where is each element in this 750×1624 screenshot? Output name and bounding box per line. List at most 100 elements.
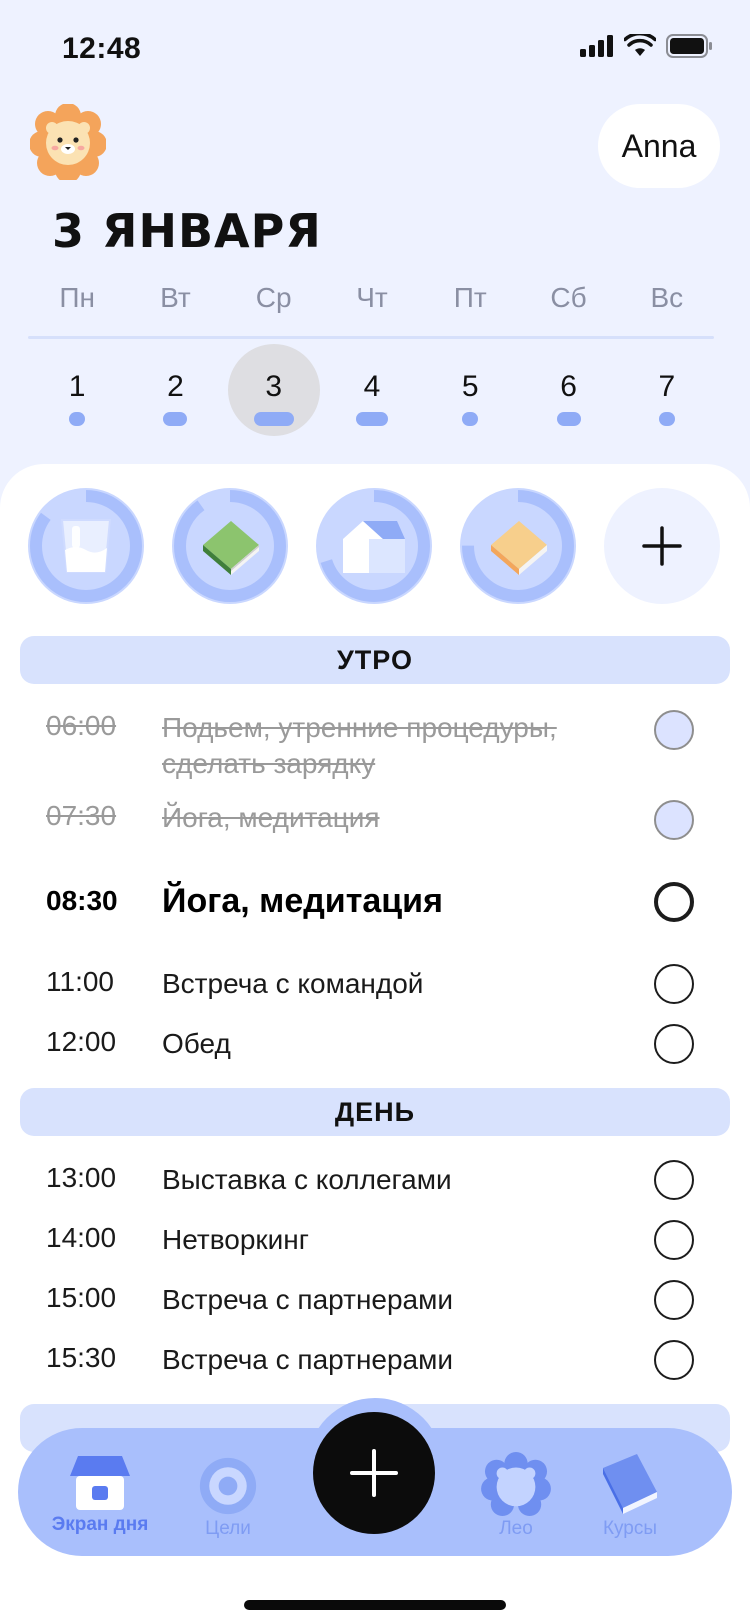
day-activity-marker bbox=[69, 412, 86, 426]
habit-study[interactable] bbox=[460, 488, 576, 604]
task-title: Встреча с партнерами bbox=[162, 1344, 454, 1375]
day-activity-marker bbox=[462, 412, 479, 426]
task-title: Обед bbox=[162, 1028, 231, 1059]
task-row[interactable]: 15:30 Встреча с партнерами bbox=[46, 1340, 710, 1380]
nav-item-home[interactable]: Экран дня bbox=[40, 1454, 160, 1536]
habit-reading[interactable] bbox=[172, 488, 288, 604]
task-title: Нетворкинг bbox=[162, 1224, 309, 1255]
weekday-label: Пн bbox=[59, 282, 95, 313]
nav-label: Курсы bbox=[602, 1518, 658, 1539]
weekday-label: Сб bbox=[550, 282, 587, 313]
task-title: Встреча с командой bbox=[162, 968, 424, 999]
task-title: Йога, медитация bbox=[162, 802, 380, 833]
day-picker: 1 2 3 4 5 6 7 bbox=[28, 344, 716, 438]
water-glass-icon bbox=[60, 519, 112, 573]
status-icons bbox=[580, 34, 714, 58]
day-7[interactable]: 7 bbox=[618, 344, 716, 438]
add-habit-button[interactable] bbox=[604, 488, 720, 604]
plus-icon bbox=[642, 526, 682, 566]
day-5[interactable]: 5 bbox=[421, 344, 519, 438]
leo-lion-icon bbox=[481, 1452, 551, 1516]
task-row[interactable]: 12:00 Обед bbox=[46, 1024, 710, 1064]
day-activity-marker bbox=[658, 412, 675, 426]
task-time: 14:00 bbox=[46, 1222, 117, 1253]
day-number: 4 bbox=[363, 370, 381, 403]
weekday-label: Вс bbox=[650, 282, 684, 313]
task-title: Выставка с коллегами bbox=[162, 1164, 452, 1195]
day-number: 2 bbox=[167, 370, 184, 403]
nav-item-courses[interactable]: Курсы bbox=[570, 1452, 690, 1540]
day-activity-marker bbox=[163, 412, 188, 426]
task-time: 15:00 bbox=[46, 1282, 117, 1313]
add-task-button[interactable] bbox=[313, 1412, 435, 1534]
lion-icon bbox=[29, 103, 107, 183]
task-checkbox[interactable] bbox=[654, 710, 694, 750]
day-number: 5 bbox=[461, 370, 479, 403]
task-time: 08:30 bbox=[46, 885, 118, 916]
orange-book-icon bbox=[491, 521, 547, 575]
task-time: 07:30 bbox=[46, 800, 117, 831]
task-row[interactable]: 11:00 Встреча с командой bbox=[46, 964, 710, 1004]
task-title: Встреча с партнерами bbox=[162, 1284, 454, 1315]
task-row[interactable]: 13:00 Выставка с коллегами bbox=[46, 1160, 710, 1200]
nav-label: Цели bbox=[205, 1518, 251, 1539]
user-name: Anna bbox=[621, 127, 697, 164]
page-title: 3 ЯНВАРЯ bbox=[52, 204, 322, 258]
task-time: 11:00 bbox=[46, 966, 114, 997]
task-checkbox[interactable] bbox=[654, 1160, 694, 1200]
task-checkbox[interactable] bbox=[654, 800, 694, 840]
section-header-morning: УТРО bbox=[20, 636, 730, 684]
habit-home[interactable] bbox=[316, 488, 432, 604]
nav-label: Лео bbox=[499, 1518, 533, 1539]
task-row[interactable]: 07:30 Йога, медитация bbox=[46, 800, 710, 840]
book-icon bbox=[603, 1454, 657, 1514]
nav-item-goals[interactable]: Цели bbox=[168, 1456, 288, 1540]
task-time: 12:00 bbox=[46, 1026, 117, 1057]
task-row[interactable]: 06:00 Подьем, утренние процедуры, сделат… bbox=[46, 710, 710, 782]
nav-item-leo[interactable]: Лео bbox=[456, 1452, 576, 1540]
day-4[interactable]: 4 bbox=[323, 344, 421, 438]
wifi-icon bbox=[624, 34, 656, 56]
task-row[interactable]: 14:00 Нетворкинг bbox=[46, 1220, 710, 1260]
day-activity-marker bbox=[556, 412, 581, 426]
task-time: 06:00 bbox=[46, 710, 117, 741]
weekday-label: Ср bbox=[255, 282, 292, 313]
home-indicator bbox=[244, 1600, 506, 1610]
day-1[interactable]: 1 bbox=[28, 344, 126, 438]
task-checkbox[interactable] bbox=[654, 1024, 694, 1064]
task-time: 13:00 bbox=[46, 1162, 117, 1193]
day-activity-marker bbox=[253, 412, 294, 426]
day-3-selected[interactable]: 3 bbox=[225, 344, 323, 438]
task-checkbox[interactable] bbox=[654, 1340, 694, 1380]
day-number: 3 bbox=[265, 370, 283, 403]
weekday-labels: Пн Вт Ср Чт Пт Сб Вс bbox=[28, 282, 716, 314]
battery-icon bbox=[666, 34, 712, 58]
task-row-current[interactable]: 08:30 Йога, медитация bbox=[46, 880, 710, 922]
plus-icon bbox=[350, 1449, 398, 1497]
task-checkbox[interactable] bbox=[654, 882, 694, 922]
task-time: 15:30 bbox=[46, 1342, 117, 1373]
house-icon bbox=[343, 521, 405, 573]
section-header-day: ДЕНЬ bbox=[20, 1088, 730, 1136]
home-icon bbox=[70, 1456, 130, 1510]
day-2[interactable]: 2 bbox=[126, 344, 224, 438]
day-6[interactable]: 6 bbox=[519, 344, 617, 438]
section-title: УТРО bbox=[337, 644, 413, 675]
task-checkbox[interactable] bbox=[654, 1220, 694, 1260]
weekday-label: Пт bbox=[453, 282, 487, 313]
green-book-icon bbox=[203, 521, 259, 575]
cellular-signal-icon bbox=[580, 35, 613, 57]
user-profile-button[interactable]: Anna bbox=[598, 104, 720, 188]
task-title: Йога, медитация bbox=[162, 882, 443, 920]
habits-row bbox=[28, 488, 720, 604]
day-number: 7 bbox=[658, 370, 676, 403]
task-row[interactable]: 15:00 Встреча с партнерами bbox=[46, 1280, 710, 1320]
day-activity-marker bbox=[355, 412, 388, 426]
task-checkbox[interactable] bbox=[654, 964, 694, 1004]
habit-water[interactable] bbox=[28, 488, 144, 604]
lion-avatar[interactable] bbox=[29, 103, 107, 183]
nav-label: Экран дня bbox=[51, 1514, 149, 1535]
task-title: Подьем, утренние процедуры, сделать заря… bbox=[162, 712, 557, 779]
task-checkbox[interactable] bbox=[654, 1280, 694, 1320]
status-time: 12:48 bbox=[62, 32, 142, 65]
